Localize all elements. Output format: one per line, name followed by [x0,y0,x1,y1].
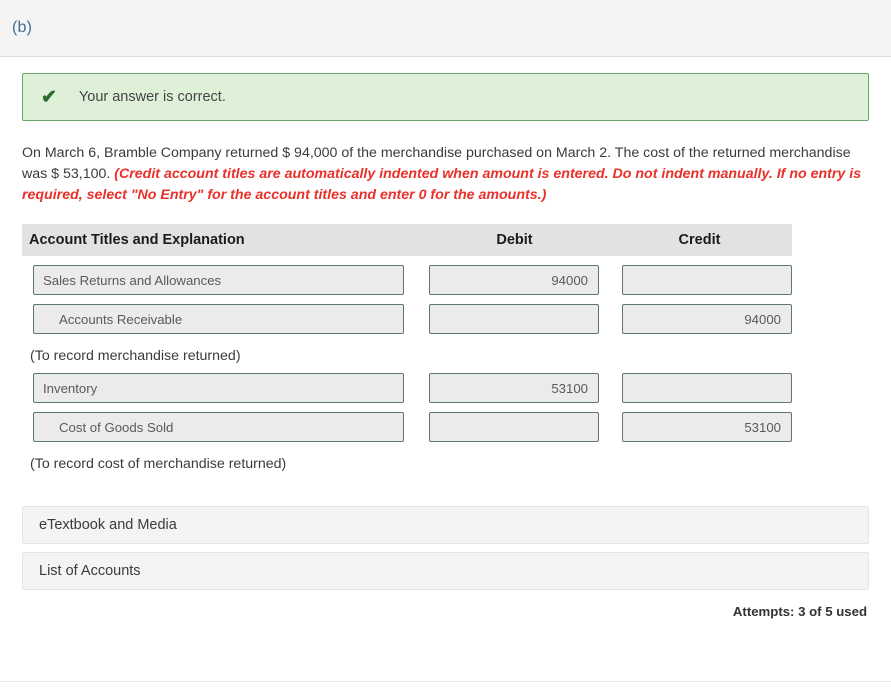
account-title-cell: Inventory [33,373,404,403]
credit-input[interactable] [622,265,792,295]
narrative-hint-text: (Credit account titles are automatically… [22,166,862,203]
debit-cell: 94000 [429,265,599,295]
account-title-cell: Accounts Receivable [33,304,404,334]
debit-cell: 53100 [429,373,599,403]
check-icon: ✔ [41,86,57,108]
account-title-input[interactable]: Inventory [33,373,404,403]
answer-correct-banner: ✔ Your answer is correct. [22,73,869,121]
debit-input[interactable] [429,412,599,442]
attempts-status: Attempts: 3 of 5 used [732,604,867,619]
question-narrative: On March 6, Bramble Company returned $ 9… [22,143,868,206]
account-title-input[interactable]: Cost of Goods Sold [33,412,404,442]
etextbook-and-media-button[interactable]: eTextbook and Media [22,506,869,544]
credit-input[interactable]: 94000 [622,304,792,334]
entry-memo-first: (To record merchandise returned) [30,348,241,364]
column-header-account: Account Titles and Explanation [29,232,245,248]
credit-cell [622,265,792,295]
debit-input[interactable]: 53100 [429,373,599,403]
table-row: Inventory 53100 [22,373,792,403]
account-title-input[interactable]: Sales Returns and Allowances [33,265,404,295]
credit-cell [622,373,792,403]
entry-memo-second: (To record cost of merchandise returned) [30,456,287,472]
journal-entry-table: Account Titles and Explanation Debit Cre… [22,224,792,472]
debit-cell [429,412,599,442]
list-of-accounts-button[interactable]: List of Accounts [22,552,869,590]
table-row: Accounts Receivable 94000 [22,304,792,334]
banner-message: Your answer is correct. [78,89,226,105]
table-row: Cost of Goods Sold 53100 [22,412,792,442]
part-header: (b) [0,0,891,57]
debit-input[interactable]: 94000 [429,265,599,295]
credit-cell: 94000 [622,304,792,334]
content-area: ✔ Your answer is correct. On March 6, Br… [0,73,891,619]
account-title-cell: Cost of Goods Sold [33,412,404,442]
column-header-debit: Debit [496,232,533,248]
action-bars: eTextbook and Media List of Accounts [22,506,869,590]
table-row: Sales Returns and Allowances 94000 [22,265,792,295]
footer-divider [0,681,891,682]
debit-cell [429,304,599,334]
journal-table-header: Account Titles and Explanation Debit Cre… [22,224,792,256]
credit-cell: 53100 [622,412,792,442]
credit-input[interactable] [622,373,792,403]
column-header-credit: Credit [678,232,721,248]
debit-input[interactable] [429,304,599,334]
account-title-cell: Sales Returns and Allowances [33,265,404,295]
part-label: (b) [12,19,33,36]
credit-input[interactable]: 53100 [622,412,792,442]
account-title-input[interactable]: Accounts Receivable [33,304,404,334]
